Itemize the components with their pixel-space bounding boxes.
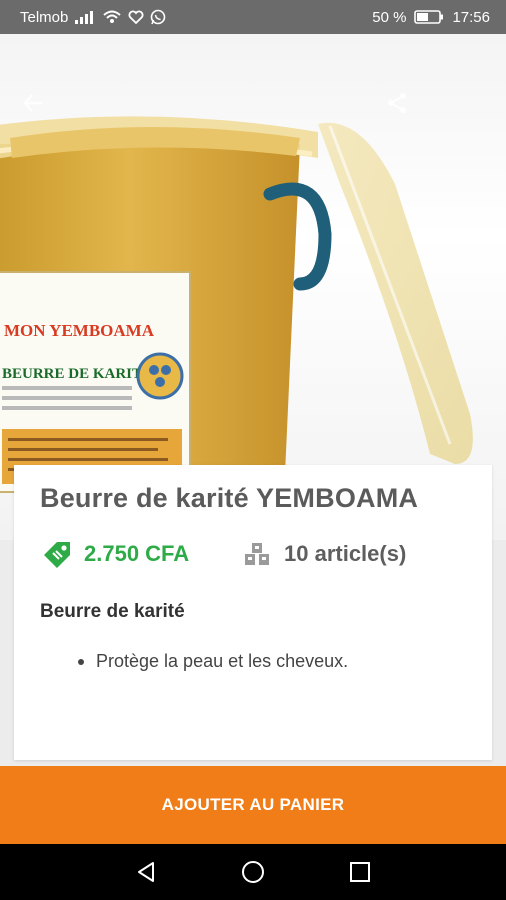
nav-recents-button[interactable] [340, 852, 380, 892]
description-list: Protège la peau et les cheveux. [78, 651, 348, 672]
nav-back-button[interactable] [126, 852, 166, 892]
stock-boxes-icon [242, 539, 272, 569]
product-title: Beurre de karité YEMBOAMA [40, 483, 419, 513]
battery-percent: 50 % [372, 8, 407, 26]
add-to-cart-button[interactable]: AJOUTER AU PANIER [0, 766, 506, 844]
label-brand: MON YEMBOAMA [4, 321, 155, 340]
bullet-icon [78, 658, 84, 665]
description-heading: Beurre de karité [40, 601, 185, 622]
signal-icon [74, 10, 96, 24]
arrow-back-icon [23, 94, 42, 112]
wifi-icon [102, 10, 122, 24]
description-item-text: Protège la peau et les cheveux. [96, 651, 349, 671]
battery-icon [414, 10, 444, 24]
clock: 17:56 [452, 8, 490, 26]
nav-recents-icon [350, 862, 371, 882]
nav-home-button[interactable] [233, 852, 273, 892]
status-left: Telmob [20, 9, 166, 26]
status-bar: Telmob 50 % 17:56 [0, 0, 506, 34]
share-icon [388, 93, 406, 113]
stock-row: 10 article(s) [242, 539, 406, 569]
carrier-name: Telmob [20, 8, 69, 26]
status-right: 50 % 17:56 [372, 9, 490, 26]
nav-back-icon [137, 862, 154, 882]
whatsapp-icon [150, 9, 166, 25]
product-card: Beurre de karité YEMBOAMA 2.750 CFA 10 a… [14, 465, 492, 760]
price-tag-icon [42, 539, 76, 569]
share-button[interactable] [386, 92, 422, 128]
product-price: 2.750 CFA [84, 541, 190, 566]
label-product: BEURRE DE KARITE [2, 366, 152, 382]
heart-icon [128, 10, 144, 24]
back-button[interactable] [22, 92, 58, 128]
nav-home-icon [241, 861, 264, 883]
system-nav-bar [0, 844, 506, 900]
price-row: 2.750 CFA [42, 539, 189, 569]
product-stock: 10 article(s) [284, 541, 407, 566]
list-item: Protège la peau et les cheveux. [78, 651, 348, 672]
